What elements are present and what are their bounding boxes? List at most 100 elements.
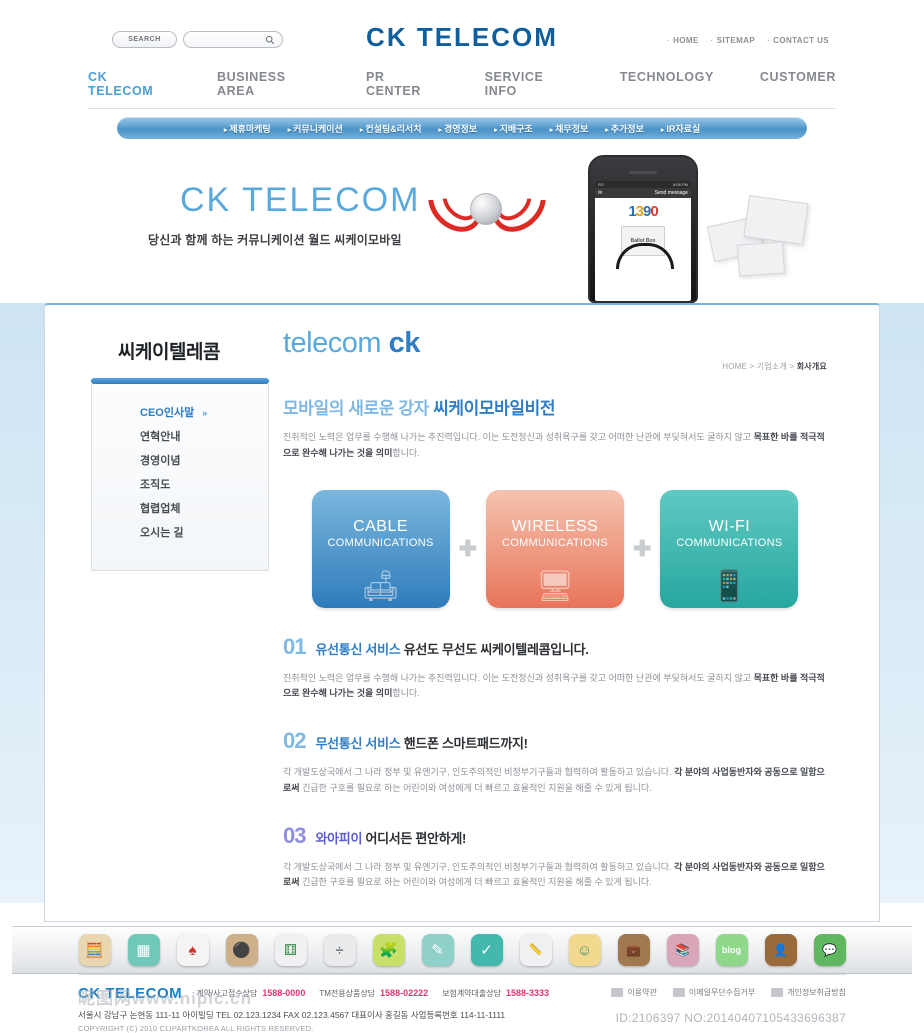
signal-globe-graphic bbox=[417, 167, 557, 243]
section-body-02-p1: 각 개발도상국에서 그 나라 정부 및 유엔기구, 인도주의적인 비정부기구들과… bbox=[283, 767, 675, 777]
numbered-section-02: 02 무선통신 서비스 핸드폰 스마트패드까지! 각 개발도상국에서 그 나라 … bbox=[283, 728, 827, 797]
content-logo-light: telecom bbox=[283, 327, 382, 359]
footer-call-1-label: TM전용상품상담 bbox=[319, 989, 376, 998]
sidebar-item-ceo-greeting[interactable]: CEO인사말 » bbox=[140, 400, 268, 424]
plus-separator-2: ✚ bbox=[633, 535, 652, 561]
abacus-icon[interactable]: 🧮 bbox=[78, 934, 111, 966]
card-cable-title: CABLE bbox=[353, 517, 409, 535]
util-link-contact[interactable]: CONTACT US bbox=[767, 36, 829, 45]
section-heading-03-rest: 어디서든 편안하게! bbox=[365, 830, 467, 846]
sidebar-item-philosophy[interactable]: 경영이념 bbox=[140, 448, 268, 472]
go-board-icon[interactable]: ⚫ bbox=[225, 934, 258, 966]
subnav-item-2[interactable]: 컨설팅&리서치 bbox=[360, 122, 421, 135]
feature-cards: CABLE COMMUNICATIONS 🛋 ✚ WIRELESS COMMUN… bbox=[283, 489, 827, 608]
top-bar: SEARCH CK TELECOM HOME SITEMAP CONTACT U… bbox=[0, 0, 924, 62]
subnav-item-4[interactable]: 지배구조 bbox=[494, 122, 533, 135]
card-wireless-subtitle: COMMUNICATIONS bbox=[501, 536, 609, 549]
sidebar-menu-box: CEO인사말 » 연혁안내 경영이념 조직도 협렵업체 오시는 길 bbox=[91, 384, 269, 571]
phone-send-message-label: Send message bbox=[654, 190, 688, 196]
nav-business-area[interactable]: BUSINESS AREA bbox=[217, 70, 320, 98]
books-icon[interactable]: 📚 bbox=[666, 934, 699, 966]
intro-paragraph: 진취적인 노력은 업무를 수행해 나가는 추진력입니다. 이는 도전정신과 성취… bbox=[283, 430, 827, 462]
sidebar-item-partners[interactable]: 협렵업체 bbox=[140, 496, 268, 520]
monitor-power-icon: 🖥 bbox=[535, 569, 575, 603]
hero-title: CK TELECOM bbox=[180, 181, 421, 219]
phone-time: 8:06 PM bbox=[673, 182, 688, 187]
subnav-item-0[interactable]: 제휴마케팅 bbox=[224, 122, 270, 135]
section-heading-01-rest: 유선도 무선도 씨케이텔레콤입니다. bbox=[403, 641, 589, 657]
phone-speaker bbox=[629, 171, 657, 174]
nav-ck-telecom[interactable]: CK TELECOM bbox=[88, 70, 171, 98]
nav-customer[interactable]: CUSTOMER bbox=[760, 70, 836, 98]
icon-dock: 🧮 ▦ ♠ ⚫ ⚅ ÷ 🧩 ✎ ✓ 📏 ☺ 💼 📚 blog 👤 💬 bbox=[12, 926, 912, 974]
card-wifi-subtitle: COMMUNICATIONS bbox=[676, 536, 783, 549]
section-body-02: 각 개발도상국에서 그 나라 정부 및 유엔기구, 인도주의적인 비정부기구들과… bbox=[283, 765, 827, 797]
footer-call-2-tel: 1588-3333 bbox=[505, 988, 550, 998]
phone-screen: RG 8:06 PM ✉ Send message 1390 Ballot Bo… bbox=[595, 181, 691, 301]
chevron-right-icon: » bbox=[202, 408, 208, 418]
card-cable-subtitle: COMMUNICATIONS bbox=[327, 536, 434, 549]
sofa-vip-icon: 🛋 bbox=[361, 569, 400, 603]
breadcrumb: HOME > 기업소개 > 회사개요 bbox=[722, 361, 827, 372]
calculator-icon[interactable]: ÷ bbox=[323, 934, 356, 966]
utility-nav: HOME SITEMAP CONTACT US bbox=[667, 36, 829, 45]
nav-technology[interactable]: TECHNOLOGY bbox=[620, 70, 714, 98]
util-link-sitemap[interactable]: SITEMAP bbox=[711, 36, 755, 45]
puzzle-icon[interactable]: 🧩 bbox=[372, 934, 405, 966]
phone-digit-4: 0 bbox=[650, 203, 658, 220]
card-wifi[interactable]: WI-FI COMMUNICATIONS 📱 bbox=[660, 489, 799, 608]
envelope-icon-3 bbox=[736, 241, 786, 277]
card-wireless-title: WIRELESS bbox=[511, 517, 599, 535]
dice-icon[interactable]: ⚅ bbox=[274, 934, 307, 966]
content-panel-wrap: 씨케이텔레콤 CEO인사말» 연혁안내 경영이념 조직도 협렵업체 오시는 길 … bbox=[0, 303, 924, 922]
card-wireless[interactable]: WIRELESS COMMUNICATIONS 🖥 bbox=[486, 489, 624, 608]
blog-icon[interactable]: blog bbox=[715, 934, 748, 966]
section-number-03: 03 bbox=[283, 822, 307, 848]
smartphone-graphic: RG 8:06 PM ✉ Send message 1390 Ballot Bo… bbox=[588, 155, 698, 303]
page-title-light: 모바일의 새로운 강자 bbox=[283, 399, 434, 418]
chat-icon[interactable]: 💬 bbox=[813, 934, 846, 966]
numbered-heading-02: 02 무선통신 서비스 핸드폰 스마트패드까지! bbox=[283, 728, 827, 754]
family-icon[interactable]: ☺ bbox=[568, 934, 601, 966]
mail-icon: ✉ bbox=[598, 190, 603, 196]
subnav-item-5[interactable]: 채무정보 bbox=[550, 122, 588, 135]
footer-copyright: COPYRIGHT (C) 2010 CLIPARTKOREA ALL RIGH… bbox=[78, 1024, 314, 1033]
ruler-icon[interactable]: 📏 bbox=[519, 934, 552, 966]
section-body-01-p2: 합니다. bbox=[392, 688, 420, 699]
suitcase-icon[interactable]: 💼 bbox=[617, 934, 650, 966]
tetris-icon[interactable]: ▦ bbox=[127, 934, 160, 966]
phone-message-bar: ✉ Send message bbox=[595, 188, 691, 198]
section-heading-01-highlight: 유선통신 서비스 bbox=[315, 641, 404, 657]
checkmark-icon[interactable]: ✓ bbox=[470, 934, 503, 966]
subnav-item-1[interactable]: 커뮤니케이션 bbox=[288, 122, 343, 135]
intro-plain-1: 진취적인 노력은 업무를 수행해 나가는 추진력입니다. 이는 도전정신과 성취… bbox=[283, 432, 754, 442]
cards-icon[interactable]: ♠ bbox=[176, 934, 209, 966]
footer-call-0-tel: 1588-0000 bbox=[262, 988, 306, 998]
subnav-item-3[interactable]: 경영정보 bbox=[439, 122, 477, 135]
breadcrumb-current: 회사개요 bbox=[796, 362, 827, 371]
sub-nav-wrap: 제휴마케팅 커뮤니케이션 컨설팅&리서치 경영정보 지배구조 채무정보 추가정보… bbox=[0, 109, 924, 139]
contacts-icon[interactable]: 👤 bbox=[764, 934, 797, 966]
section-heading-01: 유선통신 서비스 유선도 무선도 씨케이텔레콤입니다. bbox=[315, 639, 588, 658]
sidebar-item-org-chart[interactable]: 조직도 bbox=[140, 472, 268, 496]
sidebar-menu: CEO인사말 » 연혁안내 경영이념 조직도 협렵업체 오시는 길 bbox=[92, 400, 268, 544]
nav-service-info[interactable]: SERVICE INFO bbox=[485, 70, 574, 98]
sidebar-item-history[interactable]: 연혁안내 bbox=[140, 424, 268, 448]
sidebar-item-directions[interactable]: 오시는 길 bbox=[140, 520, 268, 544]
envelopes-graphic bbox=[700, 191, 820, 291]
util-link-home[interactable]: HOME bbox=[667, 36, 699, 45]
numbered-section-03: 03 와아피이 어디서든 편안하게! 각 개발도상국에서 그 나라 정부 및 유… bbox=[283, 823, 827, 892]
nav-pr-center[interactable]: PR CENTER bbox=[366, 70, 439, 98]
sub-nav: 제휴마케팅 커뮤니케이션 컨설팅&리서치 경영정보 지배구조 채무정보 추가정보… bbox=[117, 117, 807, 139]
footer-call-1: TM전용상품상담 1588-02222 bbox=[319, 988, 428, 999]
section-body-01-p1: 진취적인 노력은 업무를 수행해 나가는 추진력입니다. 이는 도전정신과 성취… bbox=[283, 672, 754, 683]
card-cable[interactable]: CABLE COMMUNICATIONS 🛋 bbox=[311, 489, 450, 608]
section-heading-02-highlight: 무선통신 서비스 bbox=[315, 736, 404, 751]
numbered-heading-03: 03 와아피이 어디서든 편안하게! bbox=[283, 823, 827, 849]
blackboard-icon[interactable]: ✎ bbox=[421, 934, 454, 966]
phone-status-bar: RG 8:06 PM bbox=[595, 181, 691, 188]
section-body-01: 진취적인 노력은 업무를 수행해 나가는 추진력입니다. 이는 도전정신과 성취… bbox=[283, 671, 827, 703]
subnav-item-6[interactable]: 추가정보 bbox=[605, 122, 644, 135]
subnav-item-7[interactable]: IR자료실 bbox=[661, 122, 700, 135]
sidebar-title: 씨케이텔레콤 bbox=[118, 342, 220, 363]
